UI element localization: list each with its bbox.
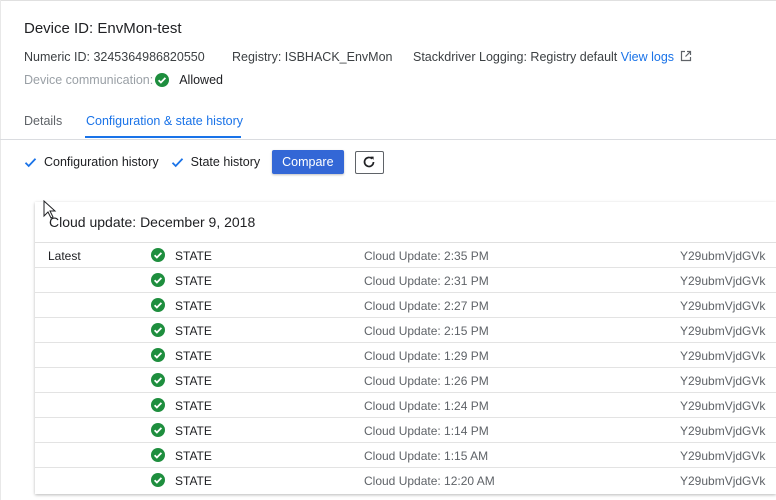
row-time: Cloud Update: 2:35 PM	[364, 249, 489, 263]
registry: Registry: ISBHACK_EnvMon	[232, 50, 393, 64]
row-data: Y29ubmVjdGVk	[680, 249, 766, 263]
checkmark-icon	[171, 157, 183, 167]
row-data: Y29ubmVjdGVk	[680, 324, 766, 338]
left-border	[0, 0, 1, 500]
history-card: Cloud update: December 9, 2018 Latest STA…	[35, 200, 776, 494]
status-icon-cell	[151, 273, 165, 290]
communication-value: Allowed	[179, 73, 223, 87]
status-icon-cell	[151, 248, 165, 265]
check-circle-icon	[151, 373, 165, 387]
status-icon-cell	[151, 298, 165, 315]
row-time: Cloud Update: 1:14 PM	[364, 424, 489, 438]
check-circle-icon	[151, 323, 165, 337]
row-kind: STATE	[175, 324, 212, 338]
check-circle-icon	[151, 348, 165, 362]
state-history-checkbox[interactable]: State history	[171, 155, 260, 169]
status-icon-cell	[151, 373, 165, 390]
history-controls: Configuration history State history Comp…	[24, 149, 384, 175]
row-time: Cloud Update: 2:27 PM	[364, 299, 489, 313]
row-kind: STATE	[175, 449, 212, 463]
row-kind: STATE	[175, 274, 212, 288]
top-border	[0, 0, 776, 1]
row-kind: STATE	[175, 299, 212, 313]
row-data: Y29ubmVjdGVk	[680, 349, 766, 363]
row-time: Cloud Update: 1:15 AM	[364, 449, 489, 463]
tab-details[interactable]: Details	[24, 114, 62, 128]
row-data: Y29ubmVjdGVk	[680, 299, 766, 313]
row-data: Y29ubmVjdGVk	[680, 374, 766, 388]
row-kind: STATE	[175, 349, 212, 363]
mouse-cursor-icon	[43, 200, 57, 219]
row-time: Cloud Update: 12:20 AM	[364, 474, 495, 488]
check-circle-icon	[151, 298, 165, 312]
status-icon-cell	[151, 348, 165, 365]
check-circle-icon	[151, 473, 165, 487]
configuration-history-label: Configuration history	[44, 155, 159, 169]
status-icon-cell	[151, 398, 165, 415]
row-time: Cloud Update: 2:31 PM	[364, 274, 489, 288]
open-in-new-icon[interactable]	[680, 50, 692, 62]
row-data: Y29ubmVjdGVk	[680, 424, 766, 438]
table-row[interactable]: Latest STATE Cloud Update: 2:35 PM Y29ubmVj…	[35, 243, 776, 268]
row-data: Y29ubmVjdGVk	[680, 274, 766, 288]
check-circle-icon	[151, 448, 165, 462]
view-logs-link[interactable]: View logs	[621, 50, 674, 64]
communication-label: Device communication:	[24, 73, 154, 87]
table-row[interactable]: STATE Cloud Update: 2:27 PM Y29ubmVjdGVk	[35, 293, 776, 318]
row-kind: STATE	[175, 474, 212, 488]
status-icon-cell	[151, 473, 165, 490]
row-label: Latest	[48, 249, 81, 263]
logging-label: Stackdriver Logging: Registry default	[413, 50, 618, 64]
row-kind: STATE	[175, 424, 212, 438]
row-time: Cloud Update: 1:29 PM	[364, 349, 489, 363]
table-row[interactable]: STATE Cloud Update: 12:20 AM Y29ubmVjdGVk	[35, 468, 776, 492]
checkmark-icon	[24, 157, 37, 167]
state-history-label: State history	[190, 155, 261, 169]
check-circle-icon	[155, 73, 170, 87]
status-icon-cell	[151, 323, 165, 340]
device-communication: Device communication: Allowed	[24, 73, 223, 87]
compare-button[interactable]: Compare	[272, 150, 344, 174]
refresh-button[interactable]	[354, 150, 384, 174]
row-kind: STATE	[175, 249, 212, 263]
check-circle-icon	[151, 248, 165, 262]
row-time: Cloud Update: 2:15 PM	[364, 324, 489, 338]
page-title: Device ID: EnvMon-test	[24, 20, 182, 37]
row-data: Y29ubmVjdGVk	[680, 399, 766, 413]
refresh-icon	[363, 156, 375, 168]
table-row[interactable]: STATE Cloud Update: 2:15 PM Y29ubmVjdGVk	[35, 318, 776, 343]
row-data: Y29ubmVjdGVk	[680, 474, 766, 488]
row-data: Y29ubmVjdGVk	[680, 449, 766, 463]
row-time: Cloud Update: 1:24 PM	[364, 399, 489, 413]
tab-configuration-state-history[interactable]: Configuration & state history	[86, 114, 243, 128]
table-row[interactable]: STATE Cloud Update: 1:14 PM Y29ubmVjdGVk	[35, 418, 776, 443]
row-kind: STATE	[175, 374, 212, 388]
row-time: Cloud Update: 1:26 PM	[364, 374, 489, 388]
status-icon-cell	[151, 448, 165, 465]
check-circle-icon	[151, 273, 165, 287]
active-tab-indicator	[85, 136, 241, 138]
history-rows: Latest STATE Cloud Update: 2:35 PM Y29ubmVj…	[35, 243, 776, 492]
logging-info: Stackdriver Logging: Registry default Vi…	[413, 50, 692, 64]
numeric-id: Numeric ID: 3245364986820550	[24, 50, 205, 64]
row-kind: STATE	[175, 399, 212, 413]
configuration-history-checkbox[interactable]: Configuration history	[24, 155, 159, 169]
table-row[interactable]: STATE Cloud Update: 1:29 PM Y29ubmVjdGVk	[35, 343, 776, 368]
table-row[interactable]: STATE Cloud Update: 1:24 PM Y29ubmVjdGVk	[35, 393, 776, 418]
status-icon-cell	[151, 423, 165, 440]
table-row[interactable]: STATE Cloud Update: 1:15 AM Y29ubmVjdGVk	[35, 443, 776, 468]
check-circle-icon	[151, 398, 165, 412]
table-row[interactable]: STATE Cloud Update: 2:31 PM Y29ubmVjdGVk	[35, 268, 776, 293]
history-card-header: Cloud update: December 9, 2018	[35, 200, 776, 243]
history-date-title: Cloud update: December 9, 2018	[49, 214, 256, 230]
table-row[interactable]: STATE Cloud Update: 1:26 PM Y29ubmVjdGVk	[35, 368, 776, 393]
check-circle-icon	[151, 423, 165, 437]
